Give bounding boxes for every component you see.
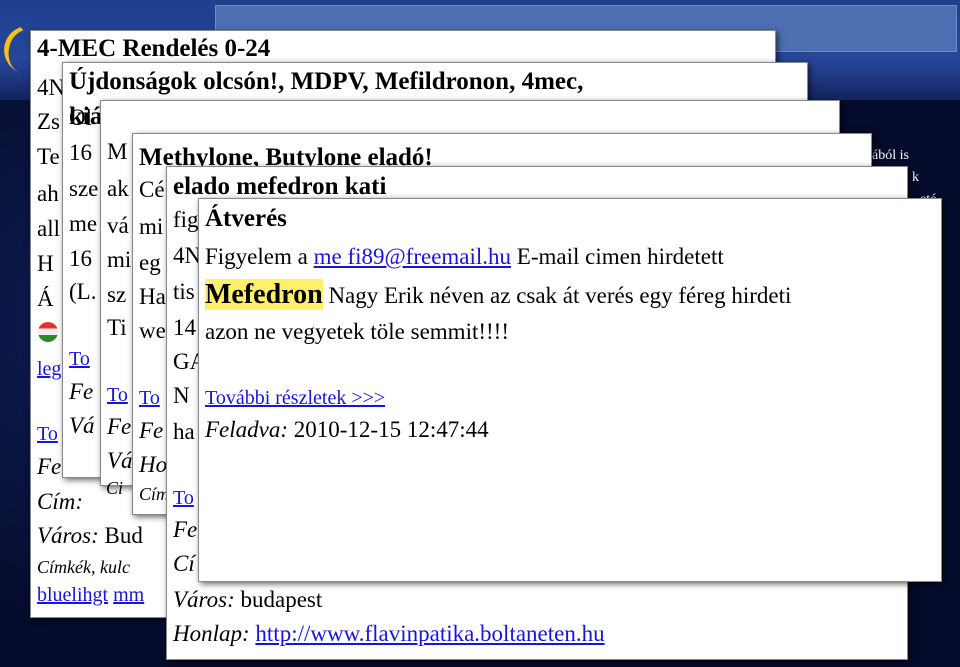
listing-text: Á (37, 286, 54, 311)
listing-text: me (69, 211, 98, 236)
posted-label: Fe (139, 418, 164, 443)
listing-text: ah (37, 181, 59, 206)
more-details-link[interactable]: To (139, 387, 160, 410)
listing-title: 4-MEC Rendelés 0-24 (37, 35, 271, 62)
listing-text: 16 (69, 140, 92, 165)
listing-text: Zs (37, 109, 60, 134)
listing-link[interactable]: leg (37, 358, 61, 381)
listing-text: Ha (139, 284, 166, 309)
tag-link[interactable]: mm (113, 584, 144, 606)
listing-text: eg (139, 250, 161, 275)
listing-text: 4N (173, 243, 202, 268)
listing-text: we (139, 318, 166, 343)
listing-popup-atveres[interactable]: Átverés Figyelem a me fi89@freemail.hu E… (198, 198, 942, 582)
listing-text: M (107, 139, 128, 164)
address-label: Cím: (37, 489, 83, 514)
city-label: Vá (69, 413, 95, 438)
listing-title: Átverés (205, 205, 287, 232)
listing-text: Ti (107, 315, 127, 340)
listing-text: 4N (37, 75, 66, 100)
listing-text: Te (37, 144, 60, 169)
more-details-link[interactable]: További részletek >>> (205, 387, 385, 410)
listing-text: 16 (69, 246, 92, 271)
address-label: Ci (106, 478, 124, 498)
warning-text: azon ne vegyetek töle semmit!!!! (205, 319, 509, 344)
listing-text: (L. (69, 279, 97, 304)
listing-text: mi (107, 247, 132, 272)
city-value: budapest (240, 587, 323, 612)
posted-date: 2010-12-15 12:47:44 (293, 417, 489, 442)
tag-link[interactable]: bluelihgt (37, 584, 108, 606)
listing-text: Ol (69, 105, 92, 130)
listing-text: N (173, 383, 190, 408)
highlighted-keyword: Mefedron (205, 279, 323, 310)
warning-text: Nagy Erik néven az csak át verés egy fér… (328, 283, 792, 308)
warning-text: E-mail cimen hirdetett (516, 244, 724, 269)
homepage-link[interactable]: http://www.flavinpatika.boltaneten.hu (255, 621, 604, 646)
tags-label: Címkék, kulc (37, 557, 130, 577)
listing-text: ha (173, 419, 195, 444)
listing-text: ak (107, 176, 129, 201)
homepage-label: Ho (139, 452, 168, 477)
posted-label: Fe (173, 517, 198, 542)
hungary-flag-icon (38, 322, 58, 342)
more-details-link[interactable]: To (69, 348, 90, 371)
city-label: Város: (37, 523, 99, 548)
warning-text: Figyelem a (205, 244, 308, 269)
posted-label: Fe (37, 454, 62, 479)
listing-text: vá (107, 213, 129, 238)
email-link[interactable]: me fi89@freemail.hu (314, 244, 511, 269)
city-value: Bud (104, 523, 143, 548)
posted-label: Feladva: (205, 417, 289, 442)
listing-text: tis (173, 279, 195, 304)
address-label: Cí (173, 551, 195, 576)
listing-text: Cé (139, 177, 165, 202)
listing-text: H (37, 251, 54, 276)
city-label: Város: (173, 587, 235, 612)
address-label: Cím (139, 484, 170, 504)
homepage-label: Honlap: (173, 621, 250, 646)
background-text: ából is (872, 148, 909, 163)
city-label: Vá (107, 448, 133, 473)
more-details-link[interactable]: To (37, 423, 58, 446)
listing-text: sz (107, 282, 127, 307)
posted-label: Fe (69, 379, 94, 404)
listing-text: 14 (173, 315, 196, 340)
listing-title: elado mefedron kati (173, 173, 387, 200)
listing-text: all (37, 216, 60, 241)
background-text: k (912, 170, 919, 185)
more-details-link[interactable]: To (107, 384, 128, 407)
listing-text: fig (173, 207, 199, 232)
listing-text: mi (139, 214, 164, 239)
listing-text: sze (69, 176, 99, 201)
posted-label: Fe (107, 414, 132, 439)
listing-title: Újdonságok olcsón!, MDPV, Mefildronon, 4… (69, 68, 584, 95)
more-details-link[interactable]: To (173, 487, 194, 510)
